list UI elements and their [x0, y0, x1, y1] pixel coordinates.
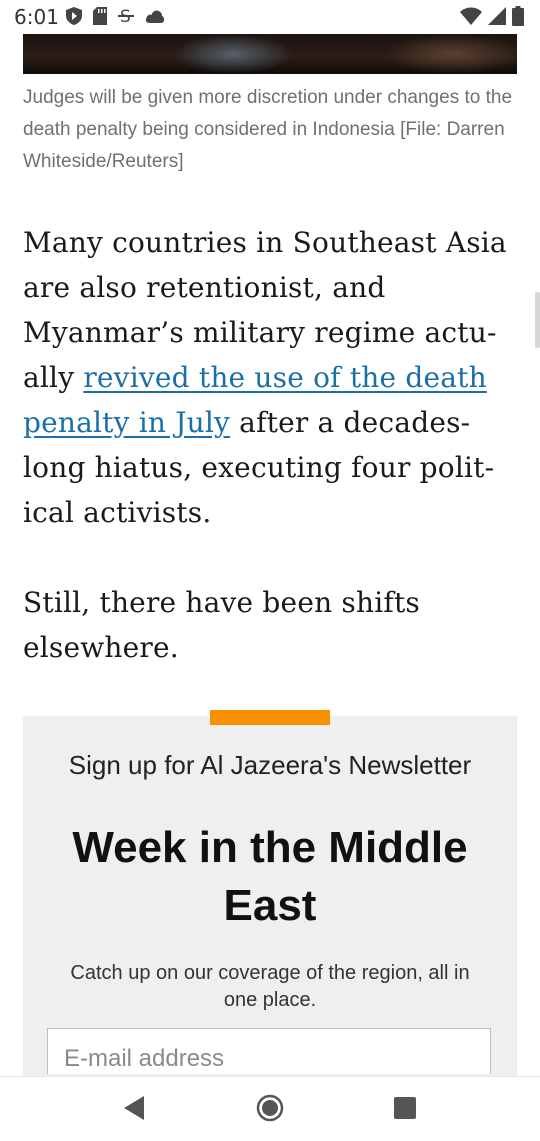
back-button[interactable] — [119, 1095, 149, 1125]
battery-icon — [512, 6, 524, 31]
recents-button[interactable] — [390, 1095, 420, 1125]
article-body: Many countries in Southeast Asia are als… — [23, 220, 523, 670]
email-field[interactable] — [47, 1028, 491, 1074]
article-paragraph: Many countries in Southeast Asia are als… — [23, 220, 523, 535]
back-icon — [122, 1095, 146, 1126]
status-bar: 6:01 S — [0, 0, 540, 34]
newsletter-signup-text: Sign up for Al Jazeera's Newsletter — [68, 750, 472, 780]
newsletter-signup-box: Sign up for Al Jazeera's Newsletter Week… — [23, 716, 517, 1076]
newsletter-description: Catch up on our coverage of the region, … — [70, 962, 470, 1011]
article-photo — [23, 34, 517, 74]
wifi-icon — [460, 7, 482, 30]
home-icon — [256, 1094, 284, 1127]
status-time: 6:01 — [14, 5, 59, 29]
photo-caption: Judges will be given more discretion und… — [23, 87, 513, 172]
strikethrough-s-icon: S — [118, 7, 134, 30]
photo-highlight — [173, 34, 293, 74]
shield-play-icon — [66, 7, 82, 30]
sd-card-icon — [93, 7, 107, 30]
navigation-bar — [0, 1076, 540, 1141]
recents-icon — [393, 1096, 417, 1125]
system-icons — [460, 6, 524, 31]
scrollbar-thumb[interactable] — [535, 292, 540, 348]
newsletter-title: Week in the Middle East — [72, 823, 468, 930]
article-paragraph: Still, there have been shifts elsewhere. — [23, 586, 420, 664]
newsletter-accent-bar — [210, 710, 330, 725]
signal-icon — [488, 7, 506, 30]
photo-highlight — [383, 34, 517, 74]
home-button[interactable] — [255, 1094, 285, 1127]
cloud-icon — [145, 9, 165, 28]
notification-icons: S — [66, 7, 165, 30]
